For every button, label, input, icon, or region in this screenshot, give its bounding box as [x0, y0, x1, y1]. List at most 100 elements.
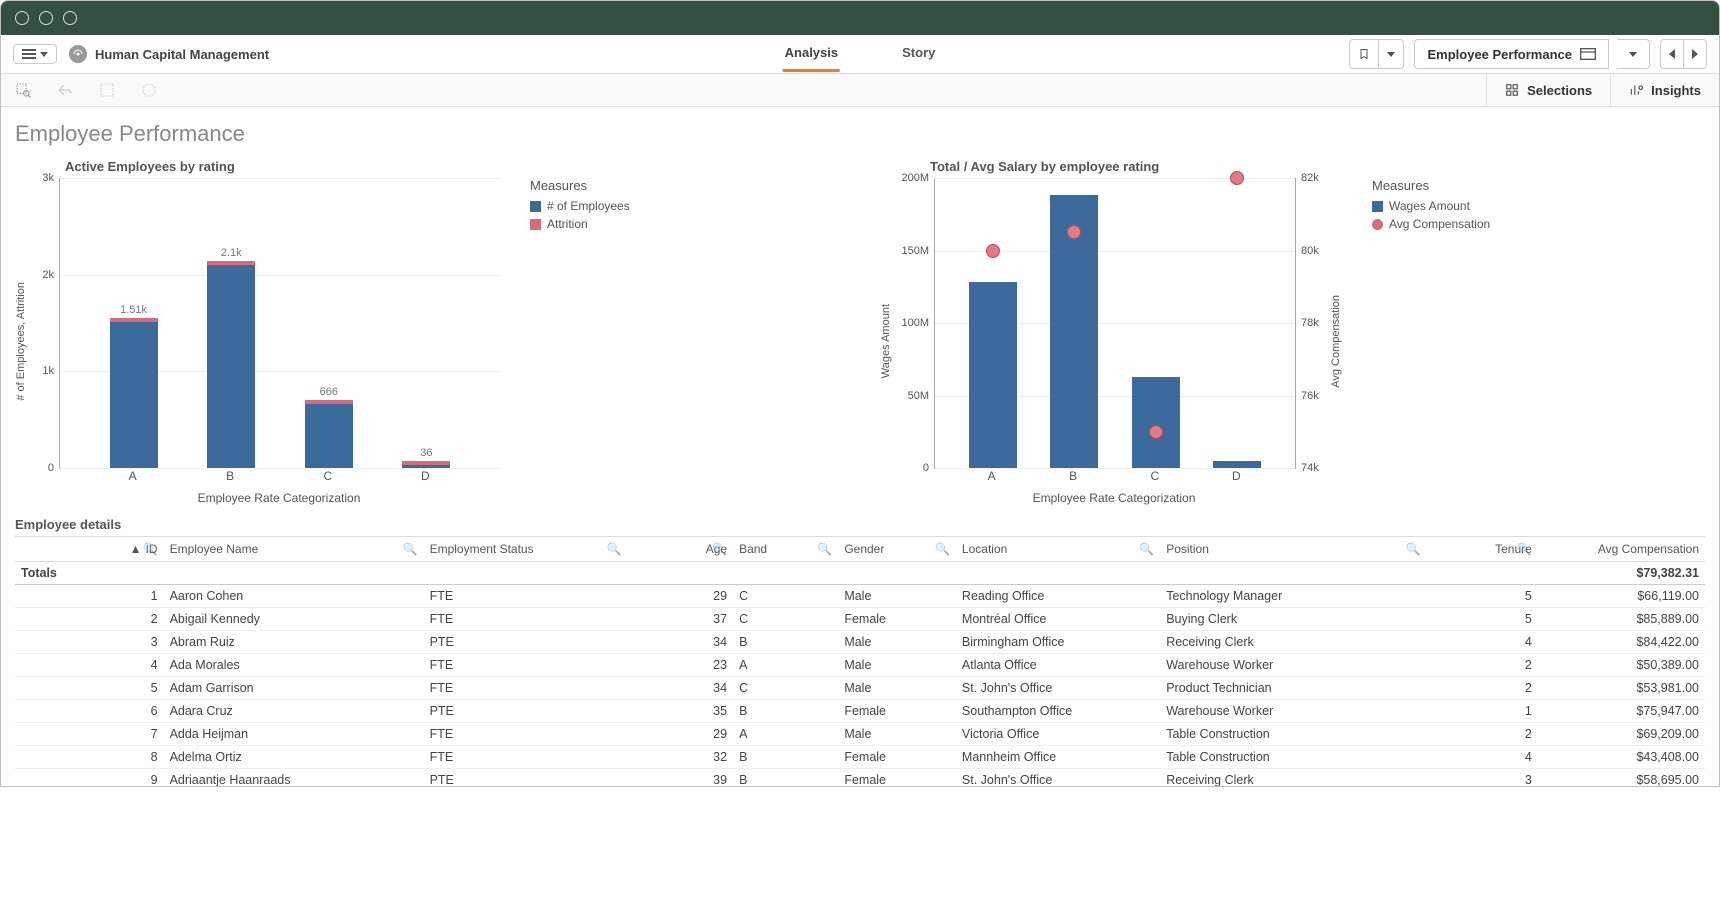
legend-item-wages[interactable]: Wages Amount: [1372, 199, 1490, 213]
chart-salary[interactable]: Total / Avg Salary by employee rating Wa…: [880, 153, 1705, 505]
bar[interactable]: [1213, 461, 1261, 468]
table-row[interactable]: 8Adelma OrtizFTE32BFemaleMannheim Office…: [15, 746, 1705, 769]
x-axis-title: Employee Rate Categorization: [934, 491, 1294, 505]
cell-location: Montréal Office: [956, 608, 1160, 631]
next-sheet-button[interactable]: [1684, 39, 1707, 69]
legend-item-attrition[interactable]: Attrition: [530, 217, 630, 231]
search-icon[interactable]: 🔍: [817, 542, 832, 556]
search-icon[interactable]: 🔍: [712, 542, 727, 556]
cell-id: 7: [15, 723, 164, 746]
tab-analysis[interactable]: Analysis: [783, 36, 840, 72]
cell-gender: Female: [838, 608, 956, 631]
col-comp[interactable]: Avg Compensation: [1538, 537, 1705, 562]
col-location[interactable]: Location🔍: [956, 537, 1160, 562]
selections-tool-button[interactable]: Selections: [1487, 74, 1610, 106]
data-point[interactable]: [1067, 225, 1081, 239]
step-forward-icon[interactable]: [99, 82, 115, 98]
search-icon[interactable]: 🔍: [935, 542, 950, 556]
data-point[interactable]: [1230, 171, 1244, 185]
chart-active-employees[interactable]: Active Employees by rating # of Employee…: [15, 153, 840, 505]
cell-id: 4: [15, 654, 164, 677]
search-icon[interactable]: 🔍: [1517, 542, 1532, 556]
table-row[interactable]: 1Aaron CohenFTE29CMaleReading OfficeTech…: [15, 585, 1705, 608]
table-row[interactable]: 9Adriaantje HaanraadsPTE39BFemaleSt. Joh…: [15, 769, 1705, 787]
chevron-down-icon: [1387, 52, 1395, 57]
bar[interactable]: 36: [402, 465, 450, 468]
cell-age: 23: [628, 654, 733, 677]
cell-id: 9: [15, 769, 164, 787]
plot-area[interactable]: 01k2k3k1.51k2.1k66636: [59, 178, 500, 469]
sheet-dropdown[interactable]: [1617, 39, 1650, 69]
data-point[interactable]: [1149, 425, 1163, 439]
cell-id: 2: [15, 608, 164, 631]
table-row[interactable]: 4Ada MoralesFTE23AMaleAtlanta OfficeWare…: [15, 654, 1705, 677]
tab-story[interactable]: Story: [900, 36, 937, 72]
bookmark-dropdown[interactable]: [1379, 39, 1404, 69]
smart-search-icon[interactable]: [15, 82, 31, 98]
cell-gender: Male: [838, 654, 956, 677]
legend-item-avg-comp[interactable]: Avg Compensation: [1372, 217, 1490, 231]
cell-id: 6: [15, 700, 164, 723]
bar[interactable]: 666: [305, 404, 353, 468]
sheet-select-button[interactable]: Employee Performance: [1414, 39, 1609, 69]
cell-status: FTE: [424, 654, 628, 677]
selections-icon: [1505, 83, 1519, 97]
employee-table[interactable]: ▲ID🔍 Employee Name🔍 Employment Status🔍 A…: [1, 536, 1719, 786]
cell-location: Birmingham Office: [956, 631, 1160, 654]
chart-legend: Measures Wages Amount Avg Compensation: [1342, 178, 1490, 505]
col-status[interactable]: Employment Status🔍: [424, 537, 628, 562]
table-row[interactable]: 2Abigail KennedyFTE37CFemaleMontréal Off…: [15, 608, 1705, 631]
search-icon[interactable]: 🔍: [403, 542, 418, 556]
window-close-icon[interactable]: [15, 11, 29, 25]
search-icon[interactable]: 🔍: [1139, 542, 1154, 556]
cell-comp: $69,209.00: [1538, 723, 1705, 746]
cell-status: PTE: [424, 700, 628, 723]
cell-gender: Female: [838, 746, 956, 769]
col-id[interactable]: ▲ID🔍: [15, 537, 164, 562]
bookmark-button[interactable]: [1349, 39, 1379, 69]
step-back-icon[interactable]: [57, 82, 73, 98]
window-minimize-icon[interactable]: [39, 11, 53, 25]
col-position[interactable]: Position🔍: [1160, 537, 1426, 562]
cell-id: 1: [15, 585, 164, 608]
legend-swatch-icon: [1372, 201, 1383, 212]
bar[interactable]: [1132, 377, 1180, 468]
col-tenure[interactable]: Tenure🔍: [1426, 537, 1537, 562]
cell-comp: $85,889.00: [1538, 608, 1705, 631]
table-row[interactable]: 7Adda HeijmanFTE29AMaleVictoria OfficeTa…: [15, 723, 1705, 746]
bar[interactable]: 1.51k: [110, 322, 158, 468]
cell-position: Technology Manager: [1160, 585, 1426, 608]
cell-status: FTE: [424, 746, 628, 769]
hamburger-icon: [22, 49, 36, 59]
cell-position: Buying Clerk: [1160, 608, 1426, 631]
col-age[interactable]: Age🔍: [628, 537, 733, 562]
cell-band: C: [733, 677, 838, 700]
cell-age: 29: [628, 723, 733, 746]
main-menu-button[interactable]: [13, 44, 57, 64]
search-icon[interactable]: 🔍: [607, 542, 622, 556]
window-titlebar[interactable]: [1, 1, 1719, 35]
legend-item-employees[interactable]: # of Employees: [530, 199, 630, 213]
cell-tenure: 5: [1426, 608, 1537, 631]
table-row[interactable]: 5Adam GarrisonFTE34CMaleSt. John's Offic…: [15, 677, 1705, 700]
col-band[interactable]: Band🔍: [733, 537, 838, 562]
plot-area[interactable]: 050M100M150M200M74k76k78k80k82k: [934, 178, 1296, 469]
table-row[interactable]: 3Abram RuizPTE34BMaleBirmingham OfficeRe…: [15, 631, 1705, 654]
cell-band: B: [733, 700, 838, 723]
table-row[interactable]: 6Adara CruzPTE35BFemaleSouthampton Offic…: [15, 700, 1705, 723]
bar[interactable]: [969, 282, 1017, 468]
search-icon[interactable]: 🔍: [143, 542, 158, 556]
clear-selections-icon[interactable]: [141, 82, 157, 98]
cell-location: Victoria Office: [956, 723, 1160, 746]
data-point[interactable]: [986, 244, 1000, 258]
col-gender[interactable]: Gender🔍: [838, 537, 956, 562]
cell-tenure: 2: [1426, 677, 1537, 700]
window-maximize-icon[interactable]: [63, 11, 77, 25]
bookmark-icon: [1358, 47, 1370, 61]
insights-button[interactable]: Insights: [1610, 74, 1719, 106]
search-icon[interactable]: 🔍: [1405, 542, 1420, 556]
x-axis-title: Employee Rate Categorization: [59, 491, 499, 505]
bar[interactable]: 2.1k: [207, 265, 255, 468]
prev-sheet-button[interactable]: [1660, 39, 1684, 69]
col-name[interactable]: Employee Name🔍: [164, 537, 424, 562]
